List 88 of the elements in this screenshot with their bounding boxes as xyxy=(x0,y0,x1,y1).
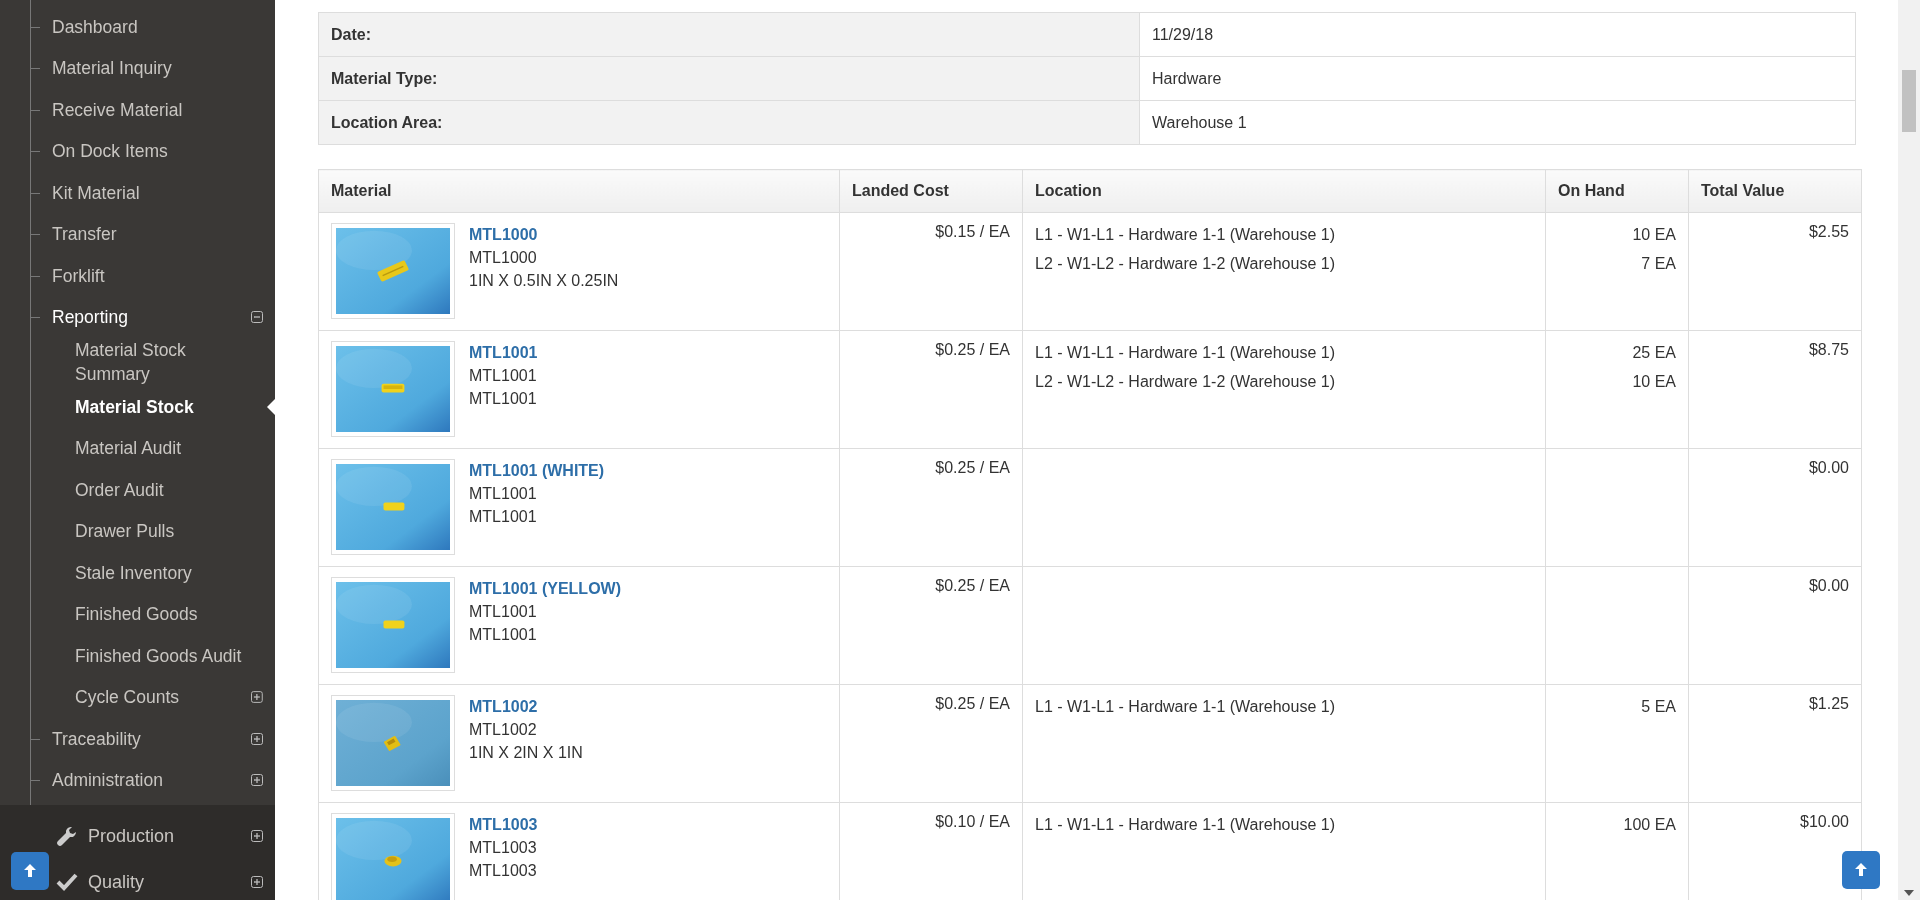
scrollbar-thumb[interactable] xyxy=(1902,70,1916,132)
total-value: $0.00 xyxy=(1808,577,1849,594)
field-value: Hardware xyxy=(1139,56,1856,101)
sidebar-item[interactable]: Dashboard xyxy=(52,14,138,39)
material-description: 1IN X 0.5IN X 0.25IN xyxy=(469,271,619,291)
location-text: L2 - W1-L2 - Hardware 1-2 (Warehouse 1) xyxy=(1035,372,1336,392)
check-icon xyxy=(56,871,78,893)
on-hand-quantity: 7 EA xyxy=(1641,254,1676,274)
sidebar-item[interactable]: Reporting xyxy=(52,305,128,330)
sidebar-item[interactable]: Stale Inventory xyxy=(75,560,255,585)
on-hand-quantity: 10 EA xyxy=(1632,225,1676,245)
total-value: $1.25 xyxy=(1808,695,1849,712)
field-label: Material Type: xyxy=(318,56,1140,101)
total-value: $10.00 xyxy=(1800,813,1849,830)
location-text: L1 - W1-L1 - Hardware 1-1 (Warehouse 1) xyxy=(1035,697,1336,717)
sidebar-item[interactable]: Forklift xyxy=(52,263,105,288)
field-value: 11/29/18 xyxy=(1139,12,1856,57)
column-header: Location xyxy=(1022,169,1546,213)
material-link[interactable]: MTL1003 xyxy=(469,813,538,836)
material-description: MTL1001 xyxy=(469,625,537,645)
material-code: MTL1003 xyxy=(469,838,537,858)
total-value: $8.75 xyxy=(1808,341,1849,358)
landed-cost: $0.10 / EA xyxy=(935,813,1010,830)
column-header: Material xyxy=(318,169,840,213)
total-value: $0.00 xyxy=(1808,459,1849,476)
scroll-top-button[interactable] xyxy=(1842,851,1880,889)
material-link[interactable]: MTL1001 xyxy=(469,341,538,364)
material-code: MTL1001 xyxy=(469,366,537,386)
sidebar-item[interactable]: Material Inquiry xyxy=(52,56,172,81)
expand-icon[interactable] xyxy=(251,691,263,704)
location-text: L1 - W1-L1 - Hardware 1-1 (Warehouse 1) xyxy=(1035,343,1336,363)
material-link[interactable]: MTL1001 (WHITE) xyxy=(469,459,605,482)
sidebar-item[interactable]: On Dock Items xyxy=(52,139,168,164)
active-indicator-icon xyxy=(267,398,275,415)
material-description: MTL1001 xyxy=(469,389,537,409)
expand-icon[interactable] xyxy=(251,732,263,745)
column-header: Total Value xyxy=(1688,169,1862,213)
sidebar-item[interactable]: Traceability xyxy=(52,726,141,751)
material-code: MTL1001 xyxy=(469,484,537,504)
field-value: Warehouse 1 xyxy=(1139,100,1856,145)
sidebar-section[interactable]: Quality xyxy=(88,870,145,894)
material-description: 1IN X 2IN X 1IN xyxy=(469,743,583,763)
scroll-top-button[interactable] xyxy=(11,852,49,890)
sidebar-item[interactable]: Administration xyxy=(52,768,163,793)
expand-icon[interactable] xyxy=(251,830,263,842)
material-code: MTL1002 xyxy=(469,720,537,740)
column-header: Landed Cost xyxy=(839,169,1023,213)
sidebar-item[interactable]: Material Audit xyxy=(75,436,255,461)
sidebar-item[interactable]: Finished Goods Audit xyxy=(75,643,255,668)
landed-cost: $0.15 / EA xyxy=(935,223,1010,240)
location-text: L1 - W1-L1 - Hardware 1-1 (Warehouse 1) xyxy=(1035,815,1336,835)
scrollbar[interactable] xyxy=(1898,0,1920,900)
location-text: L1 - W1-L1 - Hardware 1-1 (Warehouse 1) xyxy=(1035,225,1336,245)
material-link[interactable]: MTL1001 (YELLOW) xyxy=(469,577,621,600)
expand-icon[interactable] xyxy=(251,876,263,888)
sidebar-item[interactable]: Order Audit xyxy=(75,477,255,502)
material-code: MTL1001 xyxy=(469,602,537,622)
on-hand-quantity: 25 EA xyxy=(1632,343,1676,363)
sidebar-item[interactable]: Material Stock Summary xyxy=(75,338,255,386)
landed-cost: $0.25 / EA xyxy=(935,695,1010,712)
wrench-icon xyxy=(56,825,78,847)
sidebar-item[interactable]: Transfer xyxy=(52,222,117,247)
landed-cost: $0.25 / EA xyxy=(935,577,1010,594)
location-text: L2 - W1-L2 - Hardware 1-2 (Warehouse 1) xyxy=(1035,254,1336,274)
on-hand-quantity: 100 EA xyxy=(1623,815,1676,835)
sidebar-item[interactable]: Receive Material xyxy=(52,97,183,122)
sidebar-item[interactable]: Finished Goods xyxy=(75,602,255,627)
sidebar-item[interactable]: Drawer Pulls xyxy=(75,519,255,544)
landed-cost: $0.25 / EA xyxy=(935,459,1010,476)
landed-cost: $0.25 / EA xyxy=(935,341,1010,358)
sidebar-item[interactable]: Kit Material xyxy=(52,180,140,205)
total-value: $2.55 xyxy=(1808,223,1849,240)
column-header: On Hand xyxy=(1545,169,1689,213)
material-link[interactable]: MTL1000 xyxy=(469,223,538,246)
sidebar-section[interactable]: Production xyxy=(88,824,175,848)
on-hand-quantity: 10 EA xyxy=(1632,372,1676,392)
material-link[interactable]: MTL1002 xyxy=(469,695,538,718)
material-description: MTL1003 xyxy=(469,861,537,881)
scroll-down-icon[interactable] xyxy=(1904,890,1914,896)
collapse-icon[interactable] xyxy=(251,311,263,324)
material-code: MTL1000 xyxy=(469,248,537,268)
on-hand-quantity: 5 EA xyxy=(1641,697,1676,717)
field-label: Location Area: xyxy=(318,100,1140,145)
sidebar-item[interactable]: Material Stock xyxy=(75,394,255,419)
sidebar-item[interactable]: Cycle Counts xyxy=(75,685,252,710)
expand-icon[interactable] xyxy=(251,774,263,787)
material-description: MTL1001 xyxy=(469,507,537,527)
field-label: Date: xyxy=(318,12,1140,57)
